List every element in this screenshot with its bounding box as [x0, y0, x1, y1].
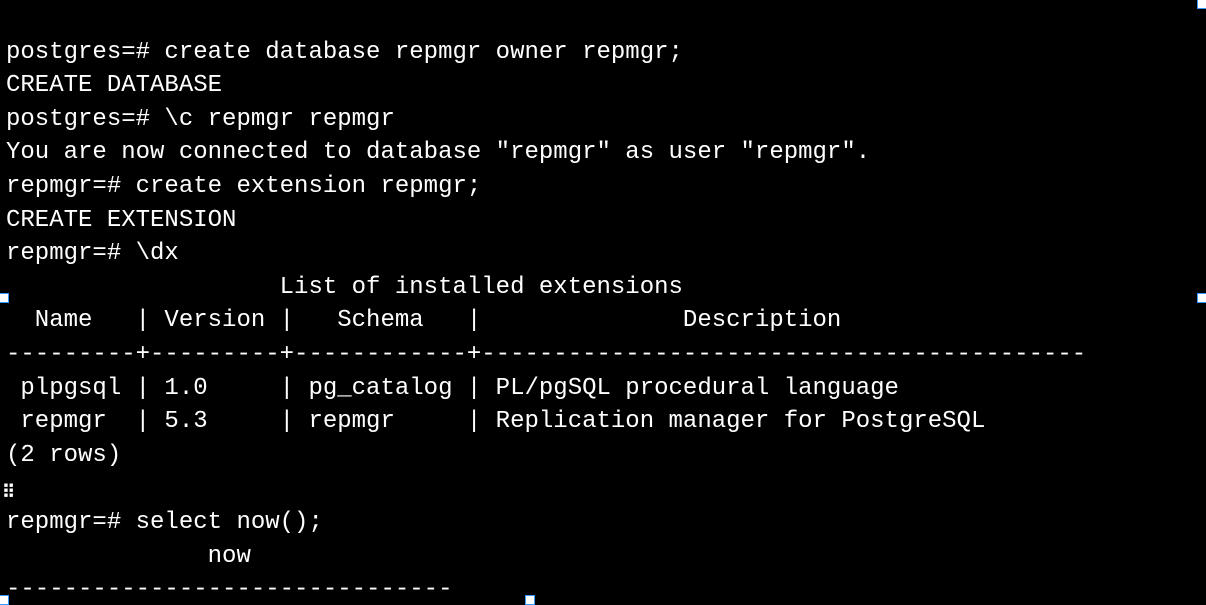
table-separator: ---------+---------+------------+-------… [6, 341, 1086, 368]
list-icon[interactable]: ⠿ [2, 484, 22, 500]
table-row: plpgsql | 1.0 | pg_catalog | PL/pgSQL pr… [6, 375, 899, 402]
table-title: List of installed extensions [6, 274, 683, 301]
prompt-line: repmgr=# select now(); [6, 509, 323, 536]
response-line: You are now connected to database "repmg… [6, 139, 870, 166]
selection-handle-icon[interactable] [0, 293, 9, 303]
prompt-line: repmgr=# create extension repmgr; [6, 173, 481, 200]
result-header: now [6, 543, 251, 570]
selection-handle-icon[interactable] [1197, 293, 1206, 303]
response-line: CREATE EXTENSION [6, 207, 236, 234]
table-row: repmgr | 5.3 | repmgr | Replication mana… [6, 408, 985, 435]
prompt-line: postgres=# create database repmgr owner … [6, 39, 683, 66]
selection-handle-icon[interactable] [1197, 0, 1206, 9]
prompt-line: repmgr=# \dx [6, 240, 179, 267]
terminal-output[interactable]: postgres=# create database repmgr owner … [0, 0, 1206, 605]
prompt-line: postgres=# \c repmgr repmgr [6, 106, 395, 133]
response-line: CREATE DATABASE [6, 72, 222, 99]
table-header: Name | Version | Schema | Description [6, 307, 841, 334]
result-separator: ------------------------------- [6, 576, 452, 603]
row-count: (2 rows) [6, 442, 121, 469]
